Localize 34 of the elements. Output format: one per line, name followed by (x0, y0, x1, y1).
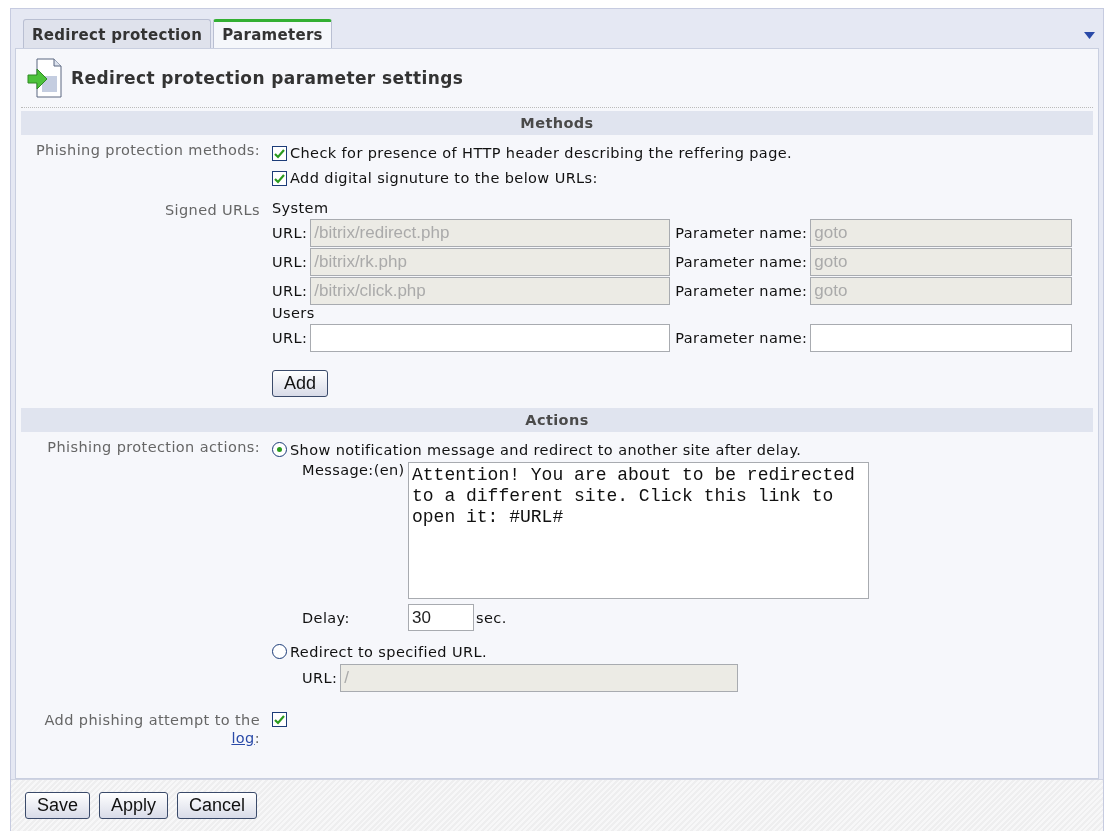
field-label: Phishing protection actions: (46, 438, 260, 457)
message-field[interactable]: Attention! You are about to be redirected to a different site. Click this link to open it: #URL# (408, 462, 869, 599)
field-label: Parameter name: (675, 224, 808, 241)
field-label: URL: (272, 253, 308, 270)
section-header: Actions (21, 408, 1093, 432)
form-button[interactable]: Cancel (177, 792, 258, 819)
tab[interactable]: Redirect protection (23, 19, 212, 48)
field-label: URL: (272, 224, 308, 241)
option-label: Show notification message and redirect to another site after delay. (290, 441, 802, 458)
tab[interactable]: Parameters (213, 19, 332, 48)
group-label: Users (272, 305, 315, 323)
page-title: Redirect protection parameter settings (71, 68, 464, 88)
delay-field[interactable]: 30 (408, 604, 474, 631)
field-label: Parameter name: (675, 282, 808, 299)
field-label: Message:(en) (302, 462, 406, 478)
field-label: Parameter name: (675, 253, 808, 270)
field-label: Parameter name: (675, 329, 808, 346)
log-link[interactable]: log (231, 730, 255, 746)
form-button[interactable]: Apply (99, 792, 169, 819)
field-label: URL: (272, 329, 308, 346)
form-button[interactable]: Save (25, 792, 91, 819)
field-label: URL: (272, 282, 308, 299)
field-label: Delay: (302, 609, 351, 626)
option-label: Add digital signuture to the below URLs: (290, 169, 598, 186)
field-label: Phishing protection methods: (34, 141, 260, 160)
field-label: Signed URLs (163, 201, 260, 220)
group-label: System (272, 200, 329, 218)
add-button[interactable]: Add (272, 370, 329, 397)
field-label: Add phishing attempt to the log: (43, 711, 260, 747)
section-header: Methods (21, 111, 1093, 135)
field-label: URL: (302, 670, 338, 686)
unit-label: sec. (476, 609, 507, 626)
option-label: Redirect to specified URL. (290, 643, 487, 660)
option-label: Check for presence of HTTP header describing the reffering page. (290, 144, 793, 161)
